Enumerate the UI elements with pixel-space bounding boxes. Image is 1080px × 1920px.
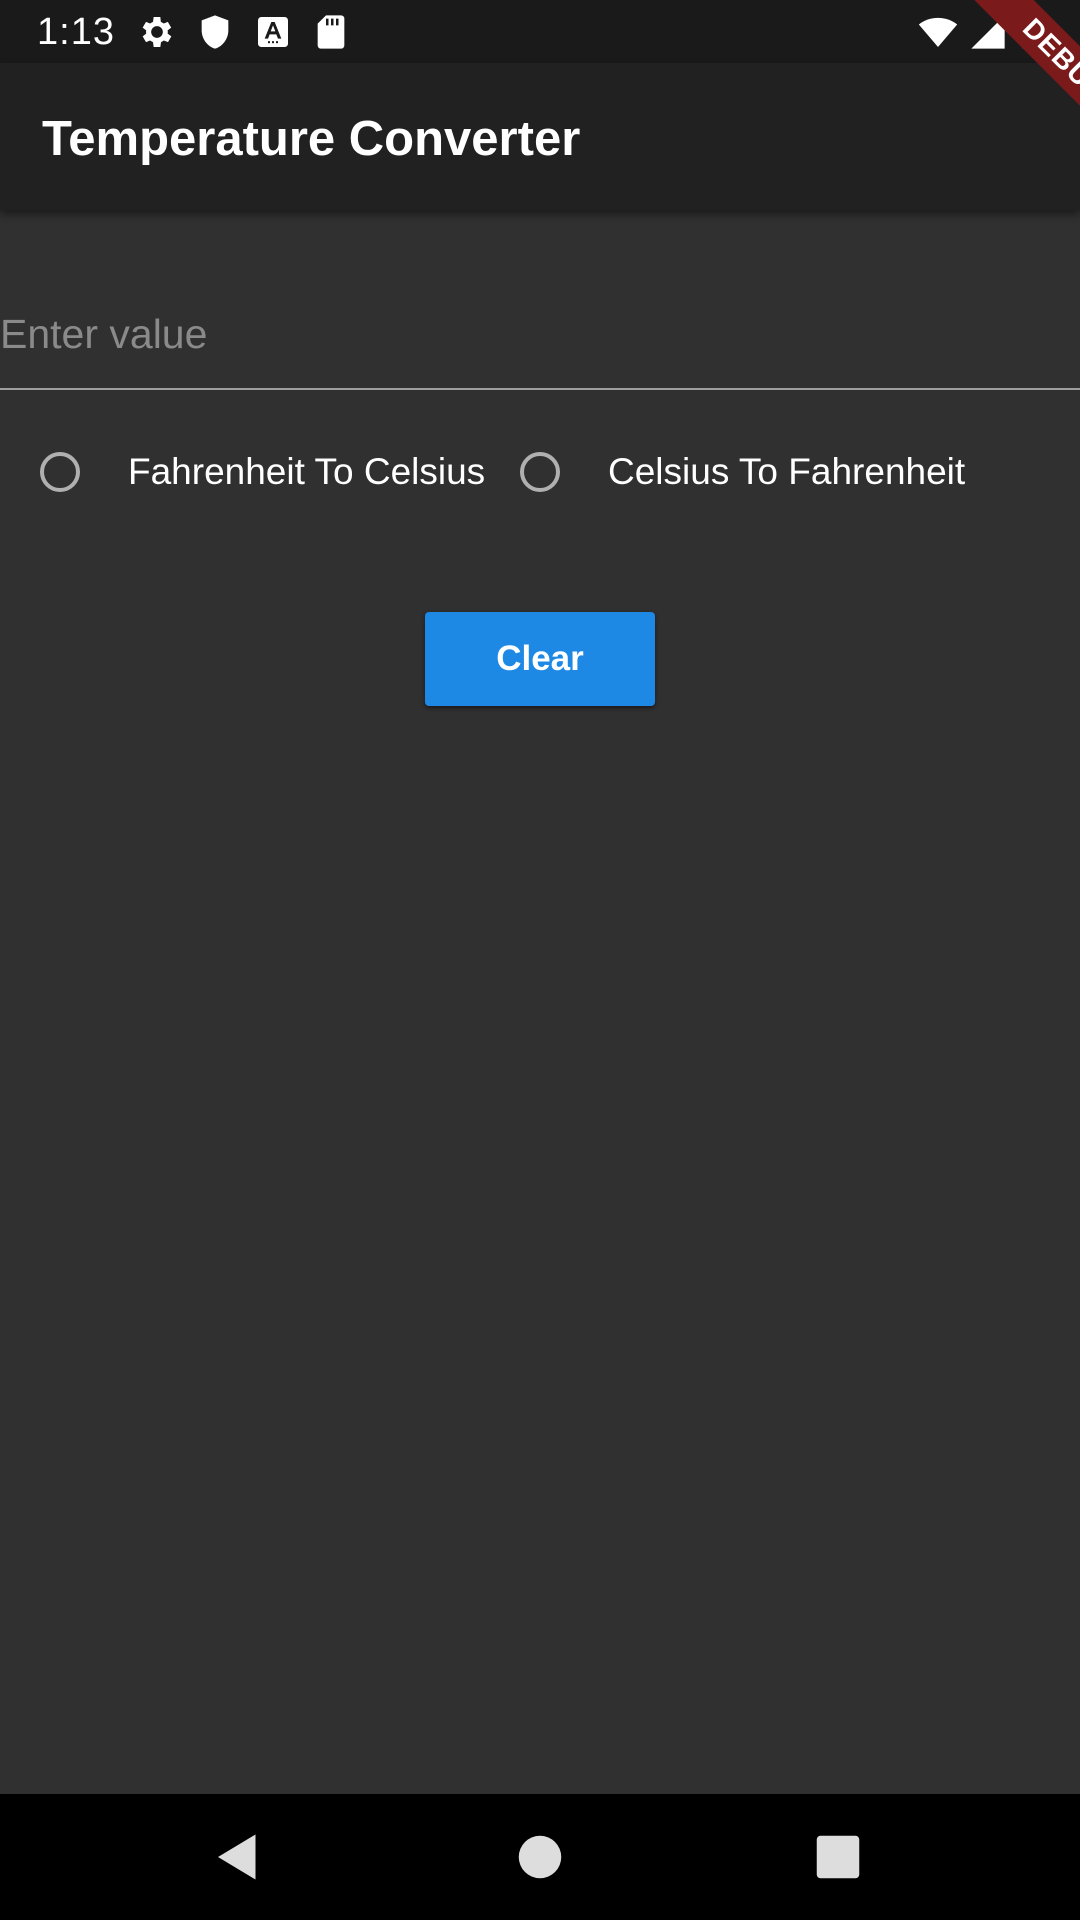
gear-icon xyxy=(137,12,177,52)
status-bar: 1:13 xyxy=(0,0,1080,63)
nav-bar xyxy=(0,1794,1080,1920)
shield-icon xyxy=(195,12,235,52)
page-title: Temperature Converter xyxy=(42,112,581,166)
wifi-icon xyxy=(918,12,958,52)
clear-button[interactable]: Clear xyxy=(425,612,655,706)
sd-card-icon xyxy=(311,12,351,52)
value-input[interactable] xyxy=(0,280,1080,390)
main-content: Fahrenheit To Celsius Celsius To Fahrenh… xyxy=(0,210,1080,1794)
signal-icon xyxy=(968,12,1008,52)
radio-unselected-icon[interactable] xyxy=(520,452,560,492)
radio-option-celsius-to-fahrenheit[interactable]: Celsius To Fahrenheit xyxy=(520,442,965,502)
recents-icon[interactable] xyxy=(808,1827,868,1887)
radio-label: Celsius To Fahrenheit xyxy=(608,451,966,492)
text-a-icon xyxy=(253,12,293,52)
radio-option-fahrenheit-to-celsius[interactable]: Fahrenheit To Celsius xyxy=(40,442,485,502)
app-bar: Temperature Converter xyxy=(0,63,1080,210)
radio-label: Fahrenheit To Celsius xyxy=(128,451,486,492)
back-icon[interactable] xyxy=(208,1827,268,1887)
status-time: 1:13 xyxy=(37,11,115,53)
radio-unselected-icon[interactable] xyxy=(40,452,80,492)
battery-charging-icon xyxy=(1012,12,1052,52)
home-icon[interactable] xyxy=(510,1827,570,1887)
